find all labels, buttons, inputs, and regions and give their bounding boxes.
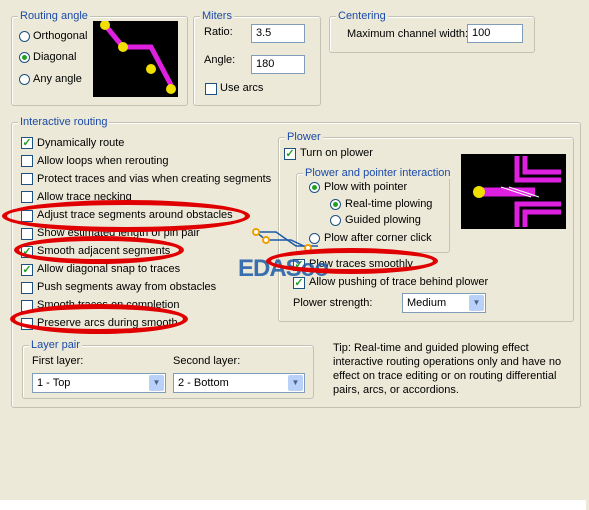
use-arcs-checkbox[interactable] [205, 83, 217, 95]
allow-loops-checkbox[interactable] [21, 155, 33, 167]
push-segments-checkbox[interactable] [21, 282, 33, 294]
layer-pair-title: Layer pair [29, 339, 82, 351]
ratio-label: Ratio: [204, 26, 233, 38]
allow-pushing-label[interactable]: Allow pushing of trace behind plower [309, 276, 488, 288]
plower-interaction-title: Plower and pointer interaction [303, 167, 453, 179]
show-length-checkbox[interactable] [21, 228, 33, 240]
allow-necking-checkbox[interactable] [21, 191, 33, 203]
realtime-plowing-label[interactable]: Real-time plowing [345, 198, 432, 210]
push-segments-label[interactable]: Push segments away from obstacles [37, 281, 216, 293]
smooth-adjacent-label[interactable]: Smooth adjacent segments [37, 245, 170, 257]
angle-label: Angle: [204, 54, 236, 66]
plow-after-corner-label[interactable]: Plow after corner click [324, 232, 432, 244]
second-layer-select[interactable]: 2 - Bottom ▼ [173, 373, 305, 393]
plower-strength-select[interactable]: Medium ▼ [402, 293, 486, 313]
turn-on-plower-label[interactable]: Turn on plower [300, 147, 373, 159]
watermark: EDASoo [238, 255, 329, 282]
chevron-down-icon[interactable]: ▼ [288, 375, 303, 391]
any-angle-radio[interactable] [19, 74, 30, 85]
tip-text: Tip: Real-time and guided plowing effect… [333, 342, 562, 396]
preserve-arcs-label[interactable]: Preserve arcs during smooth [37, 317, 178, 329]
chevron-down-icon[interactable]: ▼ [469, 295, 484, 311]
dynamically-route-checkbox[interactable]: ✓ [21, 137, 33, 149]
adjust-segments-checkbox[interactable] [21, 210, 33, 222]
miters-title: Miters [200, 10, 234, 22]
plower-strength-label: Plower strength: [293, 297, 373, 309]
first-layer-value: 1 - Top [37, 377, 71, 389]
first-layer-select[interactable]: 1 - Top ▼ [32, 373, 166, 393]
dynamically-route-label[interactable]: Dynamically route [37, 137, 124, 149]
diagonal-snap-checkbox[interactable]: ✓ [21, 264, 33, 276]
routing-angle-preview-image [93, 20, 178, 97]
plower-preview-image [461, 154, 566, 229]
diagonal-trace-icon [100, 20, 176, 94]
first-layer-label: First layer: [32, 355, 84, 367]
realtime-plowing-radio[interactable] [330, 199, 341, 210]
orthogonal-radio[interactable] [19, 31, 30, 42]
chevron-down-icon[interactable]: ▼ [149, 375, 164, 391]
max-channel-input[interactable]: 100 [467, 24, 523, 43]
second-layer-label: Second layer: [173, 355, 241, 367]
allow-loops-label[interactable]: Allow loops when rerouting [37, 155, 168, 167]
any-angle-label[interactable]: Any angle [33, 73, 82, 85]
protect-traces-label[interactable]: Protect traces and vias when creating se… [37, 173, 271, 185]
plower-strength-value: Medium [407, 297, 447, 309]
show-length-label[interactable]: Show estimated length of pin pair [37, 227, 200, 239]
smooth-completion-label[interactable]: Smooth traces on completion [37, 299, 179, 311]
guided-plowing-label[interactable]: Guided plowing [345, 214, 421, 226]
ratio-input[interactable]: 3.5 [251, 24, 305, 43]
routing-angle-title: Routing angle [18, 10, 90, 22]
max-channel-label: Maximum channel width: [347, 28, 469, 40]
preserve-arcs-checkbox[interactable] [21, 318, 33, 330]
watermark-trace-icon [252, 228, 318, 252]
smooth-adjacent-checkbox[interactable]: ✓ [21, 246, 33, 258]
diagonal-radio[interactable] [19, 52, 30, 63]
second-layer-value: 2 - Bottom [178, 377, 229, 389]
plow-with-pointer-label[interactable]: Plow with pointer [324, 181, 407, 193]
smooth-completion-checkbox[interactable] [21, 300, 33, 312]
diagonal-label[interactable]: Diagonal [33, 51, 76, 63]
interactive-routing-title: Interactive routing [18, 116, 110, 128]
angle-input[interactable]: 180 [251, 55, 305, 74]
centering-title: Centering [336, 10, 388, 22]
plower-trace-icon [473, 156, 561, 227]
diagonal-snap-label[interactable]: Allow diagonal snap to traces [37, 263, 180, 275]
orthogonal-label[interactable]: Orthogonal [33, 30, 87, 42]
adjust-segments-label[interactable]: Adjust trace segments around obstacles [37, 209, 233, 221]
turn-on-plower-checkbox[interactable]: ✓ [284, 148, 296, 160]
plow-with-pointer-radio[interactable] [309, 182, 320, 193]
guided-plowing-radio[interactable] [330, 215, 341, 226]
use-arcs-label[interactable]: Use arcs [220, 82, 263, 94]
plower-title: Plower [285, 131, 323, 143]
protect-traces-checkbox[interactable] [21, 173, 33, 185]
allow-necking-label[interactable]: Allow trace necking [37, 191, 132, 203]
